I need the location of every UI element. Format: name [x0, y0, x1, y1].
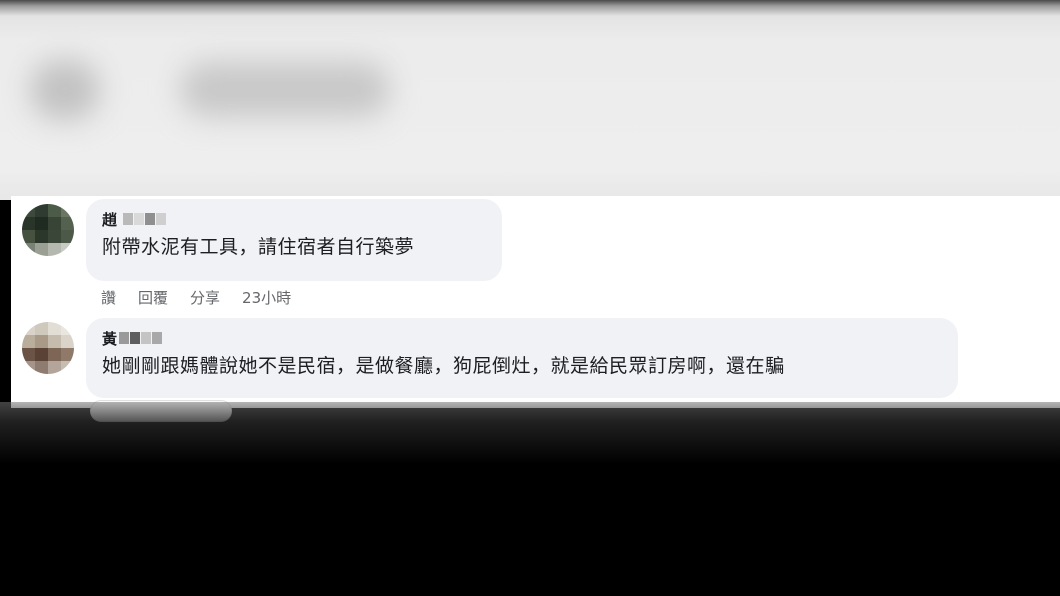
- censor-mosaic: [119, 332, 130, 344]
- comment-text: 她剛剛跟媽體說她不是民宿，是做餐廳，狗屁倒灶，就是給民眾訂房啊，還在騙: [102, 355, 785, 377]
- reply-link[interactable]: 回覆: [138, 287, 168, 308]
- avatar[interactable]: [22, 322, 74, 374]
- comment-bubble: 黃 她剛剛跟媽體說她不是民宿，是做餐廳，狗屁倒灶，就是給民眾訂房啊，還在騙: [86, 318, 958, 398]
- censor-mosaic: [123, 213, 134, 225]
- blurred-shape: [180, 62, 390, 117]
- author-name-visible[interactable]: 趙: [102, 209, 117, 230]
- black-vignette: [0, 402, 1060, 482]
- comment-bubble: 趙 附帶水泥有工具，請住宿者自行築夢: [86, 199, 502, 281]
- censor-mosaic: [152, 332, 163, 344]
- censor-mosaic: [156, 213, 167, 225]
- share-link[interactable]: 分享: [190, 287, 220, 308]
- censor-mosaic: [134, 213, 145, 225]
- author-name-visible[interactable]: 黃: [102, 328, 117, 349]
- like-link[interactable]: 讚: [101, 287, 116, 308]
- blurred-shape: [30, 60, 100, 120]
- censor-mosaic: [145, 213, 156, 225]
- avatar[interactable]: [22, 204, 74, 256]
- comment-actions: 讚 回覆 分享 23小時: [101, 287, 291, 308]
- comment-timestamp[interactable]: 23小時: [242, 287, 291, 308]
- comment-text: 附帶水泥有工具，請住宿者自行築夢: [102, 236, 415, 258]
- blurred-header-area: [0, 0, 1060, 200]
- comment-author[interactable]: 趙: [102, 209, 486, 229]
- censor-mosaic: [141, 332, 152, 344]
- comment-author[interactable]: 黃: [102, 328, 942, 348]
- censor-mosaic: [130, 332, 141, 344]
